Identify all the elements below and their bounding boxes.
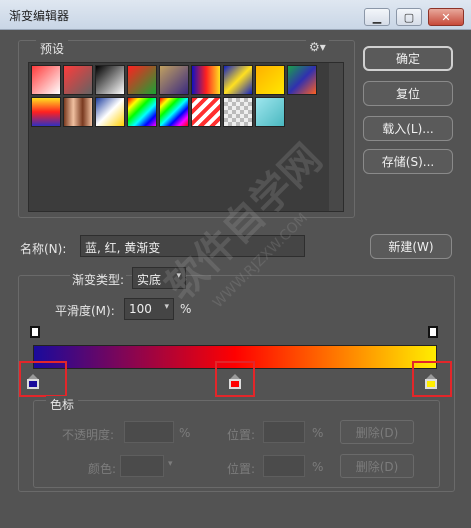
opacity-label: 不透明度: [62,428,115,442]
reset-button[interactable]: 复位 [363,81,453,106]
preset-swatch[interactable] [191,97,221,127]
highlight-box-left [19,361,67,397]
preset-swatch[interactable] [31,65,61,95]
preset-swatch[interactable] [95,97,125,127]
minimize-button[interactable]: ▁ [364,8,390,26]
preset-swatch[interactable] [287,65,317,95]
smoothness-field[interactable]: 100 ▾ [124,298,174,320]
opacity-stop-right[interactable] [428,326,438,338]
maximize-button[interactable]: ▢ [396,8,422,26]
color-position-label: 位置: [227,462,256,476]
preset-swatch[interactable] [191,65,221,95]
ok-button[interactable]: 确定 [363,46,453,71]
smoothness-value: 100 [129,302,152,316]
opacity-position-field[interactable] [263,421,305,443]
minimize-icon: ▁ [372,10,382,24]
close-icon: ✕ [441,10,451,24]
preset-swatch[interactable] [63,65,93,95]
preset-swatch[interactable] [255,97,285,127]
chevron-down-icon: ▾ [168,459,173,469]
chevron-down-icon: ▾ [164,302,169,312]
color-position-unit: % [312,460,324,474]
highlight-box-right [412,361,452,397]
preset-swatch[interactable] [223,97,253,127]
window-title: 渐变编辑器 [9,9,70,23]
opacity-position-unit: % [312,426,324,440]
opacity-unit: % [179,426,191,440]
preset-swatch[interactable] [95,65,125,95]
color-swatch-field[interactable] [120,455,164,477]
opacity-delete-button[interactable]: 删除(D) [340,420,414,444]
opacity-field[interactable] [124,421,174,443]
opacity-position-label: 位置: [227,428,256,442]
preset-swatch[interactable] [63,97,93,127]
color-stop-label: 色标 [46,396,79,413]
highlight-box-middle [215,361,255,397]
gradient-type-label: 渐变类型: [70,271,127,288]
preset-swatch[interactable] [159,65,189,95]
color-position-field[interactable] [263,455,305,477]
preset-swatch[interactable] [127,65,157,95]
opacity-stop-left[interactable] [30,326,40,338]
save-button[interactable]: 存储(S)... [363,149,453,174]
preset-swatch[interactable] [255,65,285,95]
gear-icon[interactable]: ⚙▾ [306,40,329,54]
new-button[interactable]: 新建(W) [370,234,452,259]
title-bar: 渐变编辑器 ▁ ▢ ✕ [0,0,471,30]
smoothness-label: 平滑度(M): [55,304,115,318]
color-label: 颜色: [88,462,117,476]
preset-swatch[interactable] [159,97,189,127]
preset-scrollbar[interactable] [329,63,343,211]
preset-swatch[interactable] [223,65,253,95]
preset-swatch[interactable] [31,97,61,127]
color-delete-button[interactable]: 删除(D) [340,454,414,478]
close-button[interactable]: ✕ [428,8,464,26]
name-label: 名称(N): [20,242,67,256]
presets-label: 预设 [36,40,69,57]
load-button[interactable]: 载入(L)... [363,116,453,141]
preset-swatch[interactable] [127,97,157,127]
maximize-icon: ▢ [403,10,415,24]
